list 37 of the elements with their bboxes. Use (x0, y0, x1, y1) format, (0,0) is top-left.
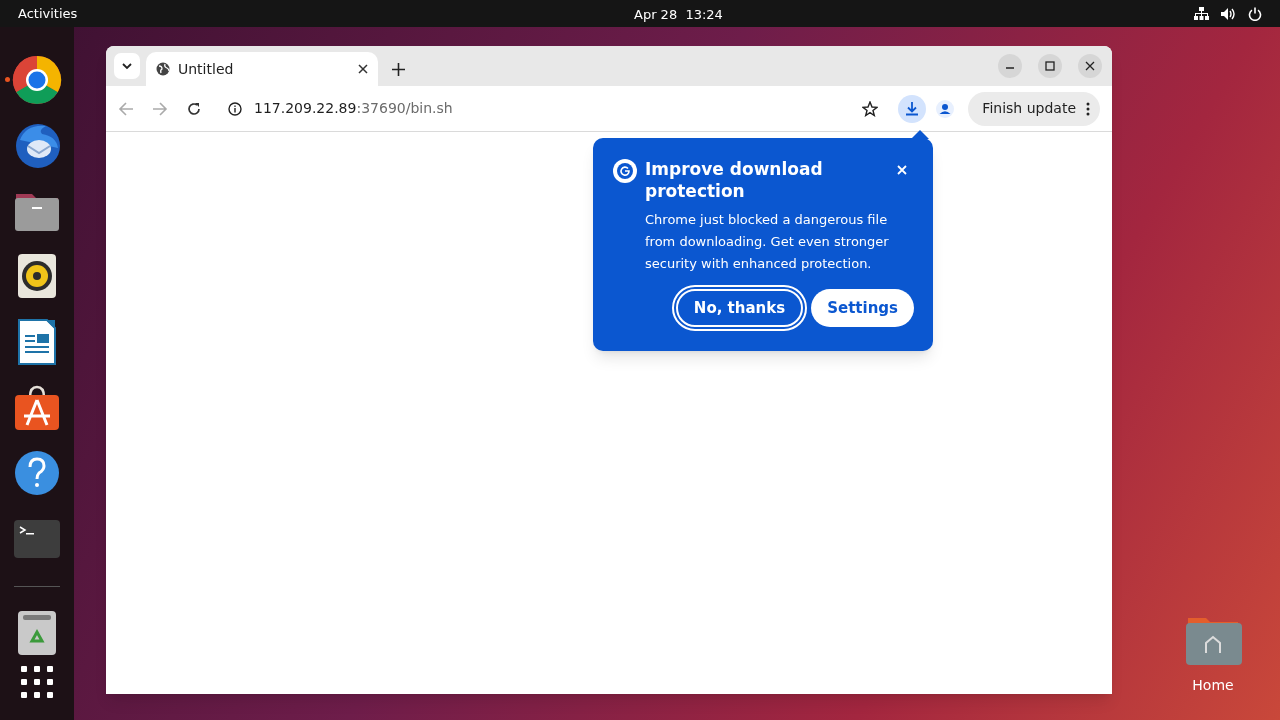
document-icon[interactable] (18, 319, 56, 366)
star-icon[interactable] (862, 100, 879, 117)
close-tab-icon[interactable] (358, 64, 368, 74)
close-icon[interactable] (1078, 54, 1102, 78)
settings-button[interactable]: Settings (811, 289, 914, 327)
browser-tab[interactable]: Untitled (146, 52, 378, 86)
speaker-icon[interactable] (18, 254, 56, 299)
info-icon[interactable] (228, 101, 242, 116)
help-icon[interactable] (14, 450, 60, 497)
tab-title: Untitled (178, 59, 235, 79)
google-shield-icon (613, 159, 637, 183)
url-text: 117.209.22.89:37690/bin.sh (254, 99, 454, 118)
more-icon[interactable] (1086, 101, 1090, 116)
new-tab-icon[interactable] (392, 62, 405, 76)
popup-title: Improve download protection (645, 158, 824, 202)
clock[interactable]: Apr 28 13:24 (634, 5, 723, 25)
shopping-bag-icon[interactable] (14, 384, 60, 431)
app-grid-icon[interactable] (21, 666, 53, 699)
reload-icon[interactable] (186, 100, 202, 117)
globe-icon (156, 62, 170, 76)
popup-message: Chrome just blocked a dangerous file from downloading. Get even stronger security with enhanced protection. (645, 211, 890, 273)
volume-icon[interactable] (1221, 6, 1236, 21)
trash-icon[interactable] (18, 611, 56, 656)
download-icon[interactable] (898, 94, 927, 123)
power-icon[interactable] (1248, 6, 1262, 21)
profile-icon[interactable] (936, 99, 955, 118)
minimize-icon[interactable] (998, 54, 1022, 78)
terminal-icon[interactable] (14, 519, 60, 558)
activities-button[interactable]: Activities (18, 3, 78, 24)
tab-search-dropdown-icon[interactable] (114, 53, 140, 79)
close-icon[interactable] (897, 165, 907, 175)
chrome-icon[interactable] (12, 54, 62, 105)
network-icon[interactable] (1194, 6, 1209, 21)
maximize-icon[interactable] (1038, 54, 1062, 78)
finish-update-button[interactable]: Finish update (968, 91, 1100, 126)
folder-icon[interactable] (1184, 615, 1242, 667)
desktop-icon-label[interactable]: Home (1192, 675, 1234, 696)
